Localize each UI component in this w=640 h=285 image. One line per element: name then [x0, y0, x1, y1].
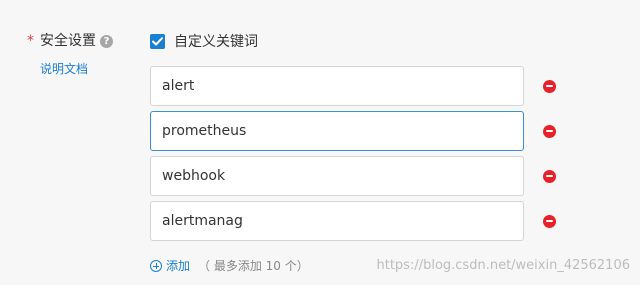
security-settings-form: * 安全设置 ? 说明文档 自定义关键词 添加 （ 最多添加 10 个） htt…: [0, 0, 640, 285]
minus-circle-icon[interactable]: [543, 169, 556, 183]
minus-circle-icon[interactable]: [543, 214, 556, 228]
check-icon: [152, 36, 163, 45]
plus-circle-icon[interactable]: [150, 260, 162, 272]
keyword-input[interactable]: [150, 111, 524, 151]
keyword-row: [150, 111, 556, 151]
keyword-row: [150, 156, 556, 196]
keyword-input[interactable]: [150, 201, 524, 241]
add-keyword-row: 添加 （ 最多添加 10 个）: [150, 258, 309, 274]
question-circle-icon[interactable]: ?: [100, 34, 113, 48]
keyword-row: [150, 66, 556, 106]
custom-keyword-checkbox-row[interactable]: 自定义关键词: [150, 30, 258, 52]
doc-link[interactable]: 说明文档: [40, 61, 113, 77]
add-limit-hint: （ 最多添加 10 个）: [198, 259, 309, 273]
field-label-column: * 安全设置 ? 说明文档: [27, 30, 113, 77]
required-mark: *: [27, 33, 34, 49]
field-label: 安全设置: [40, 33, 96, 49]
minus-circle-icon[interactable]: [543, 124, 556, 138]
add-keyword-button[interactable]: 添加: [166, 258, 190, 274]
minus-circle-icon[interactable]: [543, 79, 556, 93]
keyword-row: [150, 201, 556, 241]
custom-keyword-checkbox[interactable]: [150, 33, 165, 49]
watermark: https://blog.csdn.net/weixin_42562106: [376, 258, 630, 273]
keyword-input[interactable]: [150, 156, 524, 196]
checkbox-label: 自定义关键词: [174, 34, 258, 50]
keyword-input[interactable]: [150, 66, 524, 106]
field-label-row: * 安全设置 ?: [27, 30, 113, 52]
